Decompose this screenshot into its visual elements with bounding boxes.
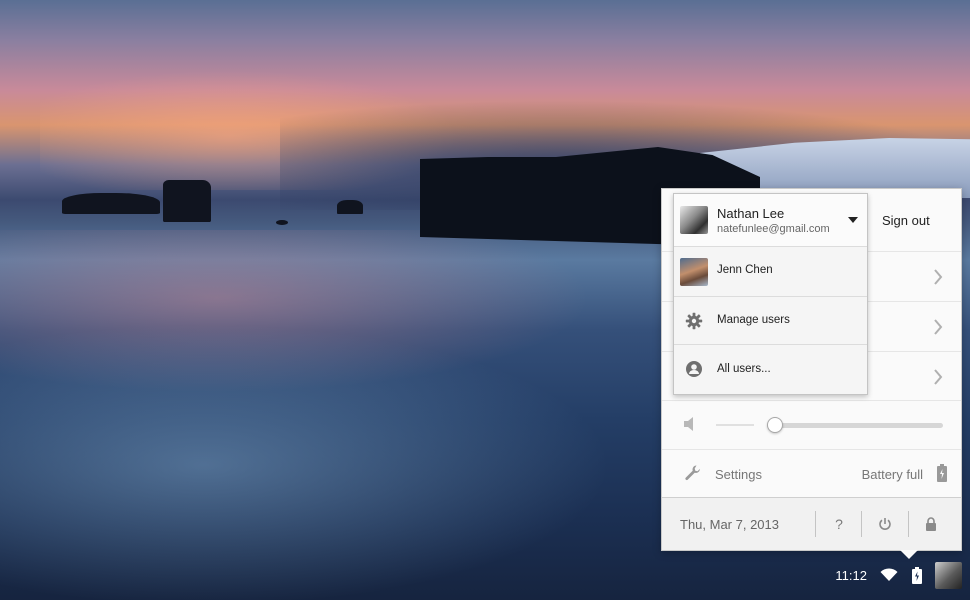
- switch-user-item[interactable]: Jenn Chen: [674, 247, 867, 297]
- help-icon: ?: [835, 516, 843, 532]
- all-users-item[interactable]: All users...: [674, 345, 867, 394]
- gear-icon: [684, 311, 704, 331]
- volume-slider[interactable]: [767, 417, 943, 433]
- power-button[interactable]: [870, 511, 900, 537]
- lock-icon: [926, 517, 936, 531]
- manage-users-label: Manage users: [717, 314, 790, 326]
- divider: [861, 511, 862, 537]
- divider: [908, 511, 909, 537]
- sign-out-button[interactable]: Sign out: [882, 213, 930, 228]
- clock[interactable]: 11:12: [835, 568, 867, 583]
- user-menu-card: Nathan Lee natefunlee@gmail.com Jenn Che…: [673, 193, 868, 395]
- volume-slider-knob[interactable]: [767, 417, 783, 433]
- tray-footer: Thu, Mar 7, 2013 ?: [662, 498, 961, 550]
- wifi-icon[interactable]: [879, 565, 899, 585]
- divider: [815, 511, 816, 537]
- sea-rock: [62, 193, 160, 214]
- power-icon: [879, 518, 891, 530]
- chevron-right-icon: [931, 267, 945, 287]
- battery-status: Battery full: [861, 467, 923, 482]
- sea-stack: [163, 180, 211, 222]
- all-users-label: All users...: [717, 363, 771, 375]
- current-user-item[interactable]: Nathan Lee natefunlee@gmail.com: [674, 194, 867, 247]
- help-button[interactable]: ?: [824, 511, 854, 537]
- settings-row: Settings Battery full: [662, 450, 961, 498]
- user-circle-icon: [684, 359, 704, 379]
- shelf-status-area[interactable]: 11:12: [835, 560, 962, 590]
- sea-rock: [276, 220, 288, 225]
- sea-rock: [337, 200, 363, 214]
- chevron-right-icon: [931, 317, 945, 337]
- avatar: [680, 206, 708, 234]
- settings-link[interactable]: Settings: [715, 467, 762, 482]
- speaker-icon[interactable]: [682, 415, 698, 438]
- date-label[interactable]: Thu, Mar 7, 2013: [680, 517, 779, 532]
- surf-foam: [0, 300, 680, 600]
- volume-row: [662, 401, 961, 450]
- user-avatar[interactable]: [935, 561, 962, 589]
- avatar: [680, 258, 708, 286]
- manage-users-item[interactable]: Manage users: [674, 297, 867, 345]
- battery-icon: [937, 464, 947, 487]
- dropdown-caret-icon[interactable]: [848, 217, 858, 223]
- chevron-right-icon: [931, 367, 945, 387]
- user-email: natefunlee@gmail.com: [717, 223, 830, 235]
- other-user-name: Jenn Chen: [717, 264, 773, 276]
- wrench-icon: [684, 464, 702, 487]
- battery-charging-icon[interactable]: [907, 565, 927, 585]
- tray-pointer: [900, 550, 918, 559]
- user-name: Nathan Lee: [717, 206, 785, 221]
- volume-divider: [716, 424, 754, 426]
- lock-button[interactable]: [916, 511, 946, 537]
